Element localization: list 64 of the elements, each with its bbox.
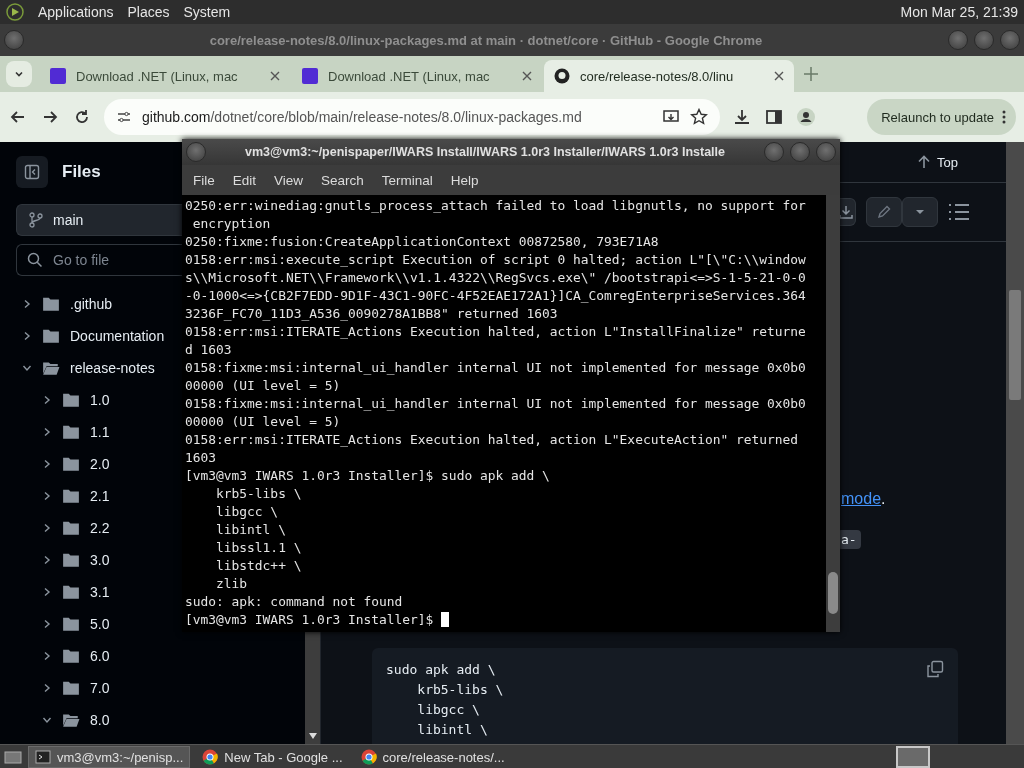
browser-tab[interactable]: Download .NET (Linux, mac xyxy=(292,60,542,92)
terminal-line: libgcc \ xyxy=(215,503,279,521)
terminal-menu[interactable]: View xyxy=(267,170,311,190)
window-title: core/release-notes/8.0/linux-packages.md at main · dotnet/core · GitHub - Google Chrome xyxy=(208,32,764,48)
terminal-line: 3236F_FC70_11D3_A536_0090278A1BB8" returned 1603 xyxy=(185,305,558,323)
terminal-line: 0158:err:msi:ITERATE_Actions Execution halted, action L"InstallFinalize" returne xyxy=(185,323,806,341)
folder-name[interactable]: 3.1 xyxy=(90,584,110,600)
taskbar-item[interactable]: core/release-notes/... xyxy=(354,746,511,768)
terminal-line: libssl1.1 \ xyxy=(215,539,302,557)
terminal-line: 0158:err:msi:ITERATE_Actions Execution halted, action L"ExecuteAction" returned xyxy=(185,431,799,449)
folder-name[interactable]: 2.1 xyxy=(90,488,110,504)
mode-link[interactable]: mode xyxy=(841,490,882,507)
relaunch-button[interactable]: Relaunch to update xyxy=(867,99,1016,135)
terminal-line: 1603 xyxy=(185,449,217,467)
browser-tab[interactable]: core/release-notes/8.0/linu xyxy=(544,60,794,92)
terminal-line: krb5-libs \ xyxy=(215,485,302,503)
clock: Mon Mar 25, 21:39 xyxy=(900,4,1018,20)
folder-name[interactable]: 7.0 xyxy=(90,680,110,696)
panel-menu[interactable]: System xyxy=(183,4,231,20)
folder-name[interactable]: Documentation xyxy=(70,328,165,344)
terminal-title: vm3@vm3:~/penispaper/IWARS Install/IWARS 1.0r3 Installer/IWARS 1.0r3 Installe xyxy=(243,145,727,159)
terminal-menu[interactable]: Help xyxy=(443,170,486,190)
branch-selector[interactable]: main xyxy=(16,204,182,236)
folder-name[interactable]: 2.0 xyxy=(90,456,110,472)
panel-menu[interactable]: Places xyxy=(127,4,170,20)
terminal-menu[interactable]: File xyxy=(186,170,222,190)
panel-menu[interactable]: Applications xyxy=(38,4,114,20)
address-bar[interactable]: github.com/dotnet/core/blob/main/release-notes/8.0/linux-packages.md xyxy=(104,99,720,135)
folder-name[interactable]: 2.2 xyxy=(90,520,110,536)
terminal-line: zlib xyxy=(215,575,248,593)
folder-name[interactable]: 5.0 xyxy=(90,616,110,632)
terminal-menu[interactable]: Edit xyxy=(225,170,264,190)
terminal-line: d 1603 xyxy=(185,341,232,359)
terminal-line: encryption xyxy=(191,215,271,233)
terminal-line: 00000 (UI level = 5) xyxy=(185,413,341,431)
code-block: sudo apk add \ krb5-libs \ libgcc \ libintl \ xyxy=(372,648,958,744)
terminal-line: libintl \ xyxy=(215,521,286,539)
terminal-line: 0158:err:msi:execute_script Execution of script 0 halted; action L"[\"C:\\window xyxy=(185,251,806,269)
terminal-line: 0158:fixme:msi:internal_ui_handler internal UI not implemented for message 0x0b0 xyxy=(185,359,806,377)
folder-name[interactable]: 1.0 xyxy=(90,392,110,408)
terminal-line: s\\Microsoft.NET\\Framework\\v1.1.4322\\RegSvcs.exe\" /bootstrapi<=>S-1-5-21-0-0 xyxy=(185,269,806,287)
top-link[interactable]: Top xyxy=(911,153,964,171)
terminal-line: sudo: apk: command not found xyxy=(185,593,403,611)
terminal-line: 0250:fixme:fusion:CreateApplicationContext 00872580, 793E71A8 xyxy=(185,233,659,251)
terminal-line: -0-1000<=>{CB2F7EDD-9D1F-43C1-90FC-4F52EAE172A1}]CA_ComregEnterpriseServices.364 xyxy=(185,287,806,305)
folder-name[interactable]: 3.0 xyxy=(90,552,110,568)
browser-tab[interactable]: Download .NET (Linux, mac xyxy=(40,60,290,92)
go-to-file-field[interactable]: Go to file xyxy=(16,244,182,276)
terminal-line: 00000 (UI level = 5) xyxy=(185,377,341,395)
terminal-line: 0158:fixme:msi:internal_ui_handler internal UI not implemented for message 0x0b0 xyxy=(185,395,806,413)
folder-name[interactable]: .github xyxy=(70,296,113,312)
folder-name[interactable]: release-notes xyxy=(70,360,155,376)
terminal-menu[interactable]: Terminal xyxy=(374,170,440,190)
terminal-menu[interactable]: Search xyxy=(314,170,371,190)
folder-name[interactable]: 1.1 xyxy=(90,424,110,440)
folder-name[interactable]: 8.0 xyxy=(90,712,110,728)
folder-name[interactable]: 6.0 xyxy=(90,648,110,664)
taskbar-item[interactable]: vm3@vm3:~/penisp... xyxy=(28,746,191,768)
sidebar-title: Files xyxy=(62,162,101,182)
taskbar-item[interactable]: New Tab - Google ... xyxy=(196,746,349,768)
terminal-line: 0250:err:winediag:gnutls_process_attach failed to load libgnutls, no support for xyxy=(185,197,806,215)
terminal-line: libstdc++ \ xyxy=(215,557,302,575)
terminal-line: [vm3@vm3 IWARS 1.0r3 Installer]$ xyxy=(185,612,435,627)
terminal-line: [vm3@vm3 IWARS 1.0r3 Installer]$ sudo apk add \ xyxy=(185,467,550,485)
